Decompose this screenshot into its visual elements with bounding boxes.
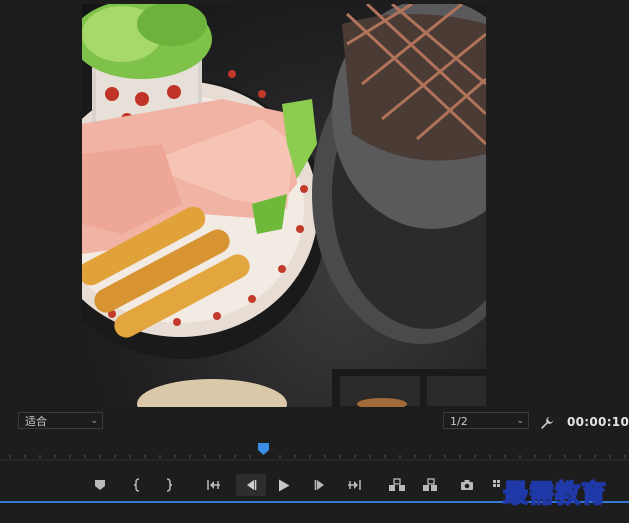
mark-in-button[interactable] bbox=[125, 474, 149, 496]
mark-in-icon bbox=[133, 478, 140, 492]
extract-button[interactable] bbox=[419, 474, 443, 496]
add-marker-button[interactable] bbox=[88, 474, 112, 496]
marker-icon bbox=[95, 480, 105, 490]
zoom-level-value: 适合 bbox=[25, 415, 47, 428]
go-to-out-button[interactable] bbox=[342, 474, 366, 496]
ruler-ticks bbox=[0, 455, 629, 461]
wrench-icon[interactable] bbox=[540, 415, 554, 429]
play-button[interactable] bbox=[272, 474, 296, 496]
food-photo bbox=[82, 4, 486, 407]
timecode-display[interactable]: 00:00:10: bbox=[567, 415, 629, 429]
watermark-text: 最需教育 bbox=[502, 478, 608, 509]
extract-icon bbox=[423, 478, 437, 491]
step-forward-icon bbox=[314, 480, 324, 490]
time-ruler[interactable] bbox=[0, 438, 629, 463]
play-icon bbox=[279, 479, 290, 491]
monitor-controls: 适合 ⌄ 1/2 ⌄ 00:00:10: bbox=[0, 407, 629, 434]
step-back-icon bbox=[247, 480, 257, 490]
playback-resolution-select[interactable]: 1/2 ⌄ bbox=[443, 412, 529, 429]
camera-icon bbox=[461, 480, 473, 490]
go-to-in-button[interactable] bbox=[202, 474, 226, 496]
mark-out-icon bbox=[166, 478, 173, 492]
step-forward-button[interactable] bbox=[308, 474, 332, 496]
chevron-down-icon: ⌄ bbox=[90, 416, 98, 426]
export-frame-button[interactable] bbox=[455, 474, 479, 496]
zoom-level-select[interactable]: 适合 ⌄ bbox=[18, 412, 103, 429]
step-back-button[interactable] bbox=[236, 474, 266, 496]
playback-resolution-value: 1/2 bbox=[450, 415, 468, 428]
lift-icon bbox=[389, 478, 405, 491]
mark-out-button[interactable] bbox=[157, 474, 181, 496]
chevron-down-icon: ⌄ bbox=[516, 416, 524, 426]
video-preview bbox=[82, 4, 486, 407]
playhead[interactable] bbox=[258, 440, 269, 455]
go-to-out-icon bbox=[348, 480, 361, 490]
go-to-in-icon bbox=[207, 480, 220, 490]
program-monitor bbox=[0, 0, 629, 407]
lift-button[interactable] bbox=[385, 474, 409, 496]
